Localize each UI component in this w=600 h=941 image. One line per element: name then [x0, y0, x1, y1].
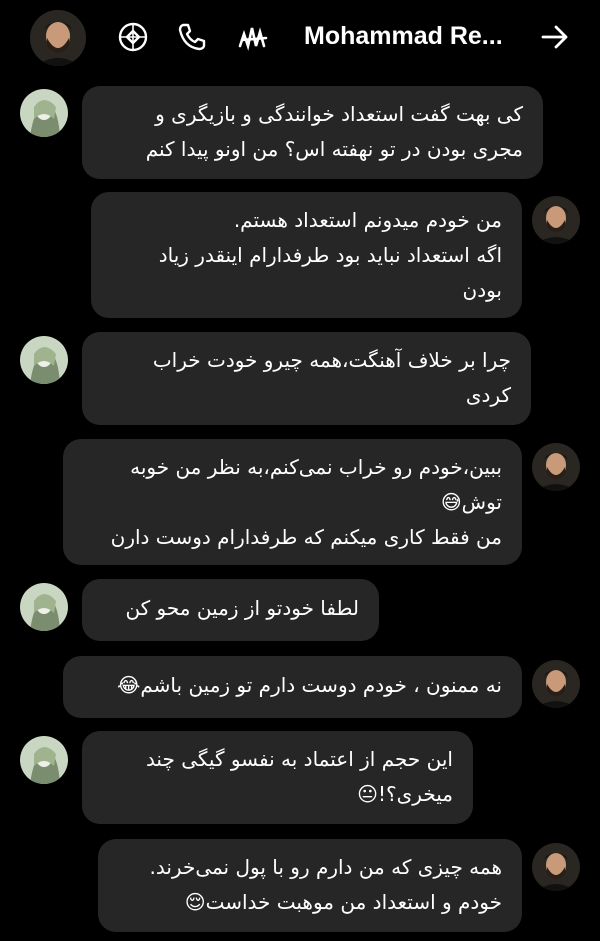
message-line: همه چیزی که من دارم رو با پول نمی‌خرند.	[149, 855, 503, 879]
chat-header: Mohammad Re...	[0, 0, 600, 78]
own-avatar[interactable]	[532, 443, 580, 491]
message-line: اگه استعداد نباید بود طرفدارام اینقدر زی…	[158, 243, 502, 267]
message-bubble[interactable]: من خودم میدونم استعداد هستم. اگه استعداد…	[91, 192, 522, 318]
message-line: مجری بودن در تو نهفته اس؟ من اونو پیدا ک…	[145, 137, 523, 161]
message-line: نه ممنون ، خودم دوست دارم تو زمین باشم😂	[116, 673, 502, 697]
message-line: ببین،خودم رو خراب نمی‌کنم،به نظر من خوبه	[130, 455, 502, 479]
message-line: کردی	[465, 383, 511, 407]
forward-arrow-icon[interactable]	[538, 20, 572, 54]
contact-name[interactable]: Mohammad Re...	[304, 22, 518, 51]
message-bubble[interactable]: همه چیزی که من دارم رو با پول نمی‌خرند. …	[98, 839, 522, 932]
message-line: کی بهت گفت استعداد خوانندگی و بازیگری و	[155, 102, 523, 126]
message-line: توش😅	[440, 490, 502, 514]
message-line: چرا بر خلاف آهنگت،همه چیرو خودت خراب	[152, 348, 511, 372]
sender-avatar[interactable]	[20, 583, 68, 631]
message-line: بودن	[462, 278, 503, 302]
contact-avatar[interactable]	[30, 10, 86, 66]
message-line: میخری؟!😐	[357, 782, 453, 806]
message-bubble[interactable]: لطفا خودتو از زمین محو کن	[82, 579, 379, 641]
sender-avatar[interactable]	[20, 736, 68, 784]
own-avatar[interactable]	[532, 196, 580, 244]
phone-icon[interactable]	[175, 20, 209, 54]
message-line: لطفا خودتو از زمین محو کن	[125, 596, 359, 620]
app-logo-icon[interactable]	[236, 20, 270, 54]
message-bubble[interactable]: ببین،خودم رو خراب نمی‌کنم،به نظر من خوبه…	[63, 439, 522, 565]
message-bubble[interactable]: کی بهت گفت استعداد خوانندگی و بازیگری و …	[82, 86, 543, 179]
message-bubble[interactable]: این حجم از اعتماد به نفسو گیگی چند میخری…	[82, 731, 473, 824]
sender-avatar[interactable]	[20, 89, 68, 137]
message-line: من فقط کاری میکنم که طرفدارام دوست دارن	[110, 525, 502, 549]
message-bubble[interactable]: نه ممنون ، خودم دوست دارم تو زمین باشم😂	[63, 656, 522, 718]
own-avatar[interactable]	[532, 660, 580, 708]
message-line: خودم و استعداد من موهبت خداست😌	[184, 890, 502, 914]
own-avatar[interactable]	[532, 843, 580, 891]
message-line: من خودم میدونم استعداد هستم.	[233, 208, 502, 232]
message-bubble[interactable]: چرا بر خلاف آهنگت،همه چیرو خودت خراب کرد…	[82, 332, 531, 425]
instagram-icon[interactable]	[116, 20, 150, 54]
sender-avatar[interactable]	[20, 336, 68, 384]
message-line: این حجم از اعتماد به نفسو گیگی چند	[145, 747, 453, 771]
